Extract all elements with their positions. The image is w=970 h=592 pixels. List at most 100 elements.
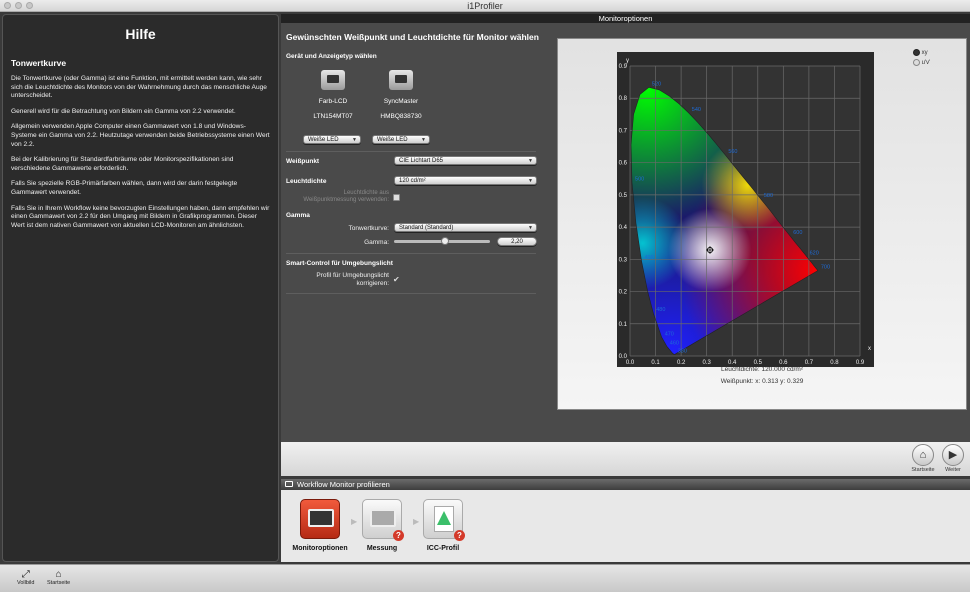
x-axis-label: x bbox=[868, 346, 871, 352]
help-title: Hilfe bbox=[125, 26, 156, 42]
panel-header: Monitoroptionen bbox=[281, 14, 970, 23]
page-heading: Gewünschten Weißpunkt und Leuchtdichte f… bbox=[286, 32, 539, 42]
monitor-small-icon bbox=[285, 481, 293, 487]
help-paragraph: Generell wird für die Betrachtung von Bi… bbox=[11, 107, 236, 115]
home-nav-button[interactable]: ⌂ Startseite bbox=[908, 444, 938, 473]
measurement-icon: ? bbox=[362, 499, 404, 541]
y-tick-label: 0.3 bbox=[619, 257, 628, 263]
question-icon: ? bbox=[393, 530, 404, 541]
radio-xy[interactable]: xy bbox=[913, 49, 928, 56]
gamma-slider-track[interactable] bbox=[394, 237, 490, 245]
divider bbox=[286, 253, 536, 254]
radio-uv[interactable]: u'v' bbox=[913, 59, 930, 66]
device-name: Farb-LCD bbox=[318, 98, 348, 105]
device-type-select-1[interactable]: Weiße LED ▼ bbox=[303, 135, 361, 144]
help-paragraph: Falls Sie in Ihrem Workflow keine bevorz… bbox=[11, 204, 270, 229]
luminance-readout: Leuchtdichte: 120.000 cd/m² bbox=[720, 366, 804, 373]
question-icon: ? bbox=[454, 530, 465, 541]
device-farb-lcd[interactable]: Farb-LCD LTN154MT07 bbox=[301, 70, 365, 120]
wavelength-label: 520 bbox=[652, 81, 661, 87]
y-tick-label: 0.6 bbox=[619, 161, 628, 167]
luminance-measure-label: Leuchtdichte aus Weißpunktmessung verwen… bbox=[303, 190, 389, 203]
next-button[interactable]: ▶ Weiter bbox=[938, 444, 968, 473]
navigation-bar: ⌂ Startseite ▶ Weiter bbox=[281, 442, 970, 476]
close-window-button[interactable] bbox=[4, 2, 11, 9]
radio-unselected-icon bbox=[913, 59, 920, 66]
cie-diagram: 0.00.00.10.10.20.20.30.30.40.40.50.50.60… bbox=[617, 52, 874, 367]
play-icon: ▶ bbox=[942, 444, 964, 466]
minimize-window-button[interactable] bbox=[15, 2, 22, 9]
gamma-label: Gamma: bbox=[364, 239, 389, 246]
window-titlebar: i1Profiler bbox=[0, 0, 970, 12]
workflow-title: Workflow Monitor profilieren bbox=[297, 480, 390, 489]
footer-home-button[interactable]: ⌂ Startseite bbox=[47, 569, 70, 586]
chevron-down-icon: ▼ bbox=[421, 137, 426, 143]
ambient-section-title: Smart-Control für Umgebungslicht bbox=[286, 260, 393, 267]
wavelength-label: 480 bbox=[656, 307, 665, 313]
luminance-measure-checkbox[interactable] bbox=[393, 194, 400, 201]
wavelength-label: 580 bbox=[764, 193, 773, 199]
device-section-title: Gerät und Anzeigetyp wählen bbox=[286, 53, 377, 60]
workflow-header: Workflow Monitor profilieren bbox=[281, 479, 970, 490]
workflow-step-messung[interactable]: ? Messung bbox=[347, 499, 417, 552]
whitepoint-label: Weißpunkt bbox=[286, 158, 320, 165]
chevron-down-icon: ▼ bbox=[528, 158, 533, 164]
tone-curve-label: Tonwertkurve: bbox=[348, 225, 389, 232]
help-paragraph: Allgemein verwenden Apple Computer einen… bbox=[11, 123, 270, 148]
chevron-down-icon: ▼ bbox=[528, 178, 533, 184]
help-paragraph: Bei der Kalibrierung für Standardfarbräu… bbox=[11, 156, 234, 172]
device-type-select-2[interactable]: Weiße LED ▼ bbox=[372, 135, 430, 144]
divider bbox=[286, 293, 536, 294]
device-name: SyncMaster bbox=[383, 98, 419, 105]
chevron-down-icon: ▼ bbox=[352, 137, 357, 143]
wavelength-label: 620 bbox=[810, 250, 819, 256]
window-title: i1Profiler bbox=[467, 1, 503, 11]
luminance-label: Leuchtdichte bbox=[286, 178, 327, 185]
help-paragraph: Falls Sie spezielle RGB-Primärfarben wäh… bbox=[11, 180, 238, 196]
home-icon: ⌂ bbox=[912, 444, 934, 466]
wavelength-label: 470 bbox=[665, 331, 674, 337]
wavelength-label: 380 bbox=[678, 348, 687, 354]
y-tick-label: 0.9 bbox=[619, 64, 628, 70]
tone-curve-select[interactable]: Standard (Standard) ▼ bbox=[394, 223, 537, 232]
y-tick-label: 0.2 bbox=[619, 290, 628, 296]
device-model: LTN154MT07 bbox=[313, 113, 353, 120]
wavelength-label: 460 bbox=[670, 340, 679, 346]
monitor-options-panel: Monitoroptionen Gewünschten Weißpunkt un… bbox=[281, 14, 970, 476]
workflow-step-monitoroptionen[interactable]: Monitoroptionen bbox=[285, 499, 355, 552]
monitor-icon bbox=[321, 70, 345, 90]
y-tick-label: 0.4 bbox=[619, 225, 628, 231]
home-icon: ⌂ bbox=[55, 569, 62, 580]
radio-selected-icon bbox=[913, 49, 920, 56]
whitepoint-select[interactable]: CIE Lichtart D65 ▼ bbox=[394, 156, 537, 165]
help-subtitle: Tonwertkurve bbox=[11, 58, 67, 68]
device-model: HMBQ838730 bbox=[380, 113, 422, 120]
y-tick-label: 0.8 bbox=[619, 96, 628, 102]
gamma-value-stepper[interactable]: 2,20 bbox=[497, 237, 537, 246]
zoom-window-button[interactable] bbox=[26, 2, 33, 9]
wavelength-label: 560 bbox=[728, 149, 737, 155]
gamma-slider-thumb[interactable] bbox=[440, 237, 449, 245]
monitor-options-icon bbox=[300, 499, 340, 539]
icc-profile-icon: ? bbox=[423, 499, 465, 541]
help-panel: Hilfe Tonwertkurve Die Tonwertkurve (ode… bbox=[2, 14, 279, 562]
y-tick-label: 0.1 bbox=[619, 322, 628, 328]
workflow-step-icc-profil[interactable]: ? ICC-Profil bbox=[408, 499, 478, 552]
luminance-select[interactable]: 120 cd/m² ▼ bbox=[394, 176, 537, 185]
y-tick-label: 0.7 bbox=[619, 128, 628, 134]
wavelength-label: 600 bbox=[793, 230, 802, 236]
ambient-label: Profil für Umgebungslicht korrigieren: bbox=[316, 272, 389, 287]
fullscreen-icon: ⤢ bbox=[21, 569, 30, 580]
y-tick-label: 0.0 bbox=[619, 354, 628, 360]
y-tick-label: 0.5 bbox=[619, 193, 628, 199]
gamma-section-title: Gamma bbox=[286, 212, 310, 219]
workflow-panel: Workflow Monitor profilieren Monitoropti… bbox=[281, 479, 970, 562]
ambient-checkbox[interactable]: ✔ bbox=[393, 276, 400, 284]
device-syncmaster[interactable]: SyncMaster HMBQ838730 bbox=[369, 70, 433, 120]
wavelength-label: 500 bbox=[635, 177, 644, 183]
y-axis-label: y bbox=[626, 58, 629, 64]
chromaticity-panel: xy u'v' 0.0 0.0 0.1 0.1 0.2 0.2 0.3 0.3 0.4 0.4 0.… bbox=[557, 38, 967, 410]
fullscreen-button[interactable]: ⤢ Vollbild bbox=[17, 569, 34, 586]
footer-bar: ⤢ Vollbild ⌂ Startseite bbox=[0, 564, 970, 592]
help-paragraph: Die Tonwertkurve (oder Gamma) ist eine F… bbox=[11, 75, 267, 100]
